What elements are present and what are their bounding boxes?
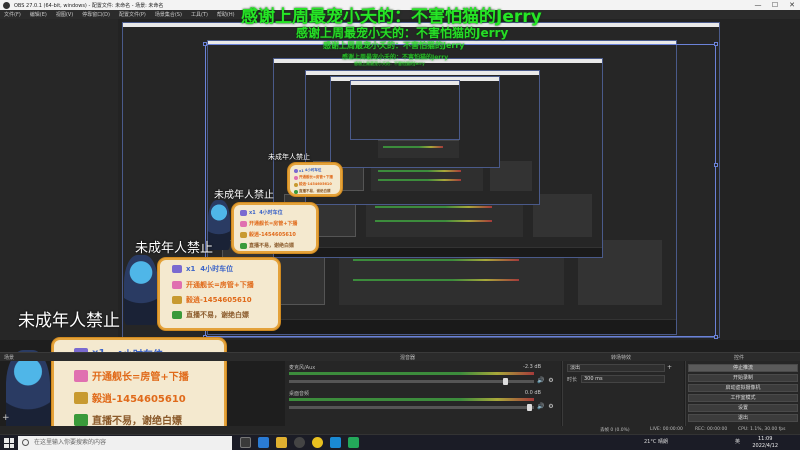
chrome-icon[interactable] xyxy=(312,437,323,448)
stop-streaming-button[interactable]: 停止推流 xyxy=(688,364,798,372)
nested-preview-6 xyxy=(350,80,460,140)
wechat-icon[interactable] xyxy=(348,437,359,448)
thanks-banner-echo-2: 感谢上周最宠小夭的：不害怕猫的Jerry xyxy=(323,41,465,50)
dropped-frames: 丢帧 0 (0.0%) xyxy=(600,428,630,433)
menu-profile[interactable]: 配置文件(P) xyxy=(119,11,146,18)
menu-help[interactable]: 帮助(H) xyxy=(217,11,235,18)
badge-icon xyxy=(74,391,88,404)
duration-label: 时长 xyxy=(567,377,578,383)
obs-logo-icon xyxy=(3,2,10,9)
edge-icon[interactable] xyxy=(258,437,269,448)
windows-start-icon[interactable] xyxy=(4,438,14,448)
add-scene-icon[interactable]: + xyxy=(2,413,10,423)
car-icon xyxy=(294,168,298,173)
menu-file[interactable]: 文件(F) xyxy=(4,11,21,18)
info-card-echo-2: x1 4小时车位 开通舰长=房管+下播 毅逍-1454605610 直播不易，谢… xyxy=(232,203,318,253)
add-transition-icon[interactable]: + xyxy=(667,364,672,371)
vtuber-avatar-echo-1 xyxy=(124,255,158,325)
transition-select[interactable]: 淡出 xyxy=(567,364,665,372)
thanks-banner-echo-1: 感谢上周最宠小夭的：不害怕猫的Jerry xyxy=(296,26,509,40)
captain-icon xyxy=(294,175,298,180)
money-icon xyxy=(240,242,247,249)
fader-knob[interactable] xyxy=(503,378,508,385)
thanks-banner-echo-3: 感谢上周最宠小夭的：不害怕猫的Jerry xyxy=(342,54,449,61)
money-icon xyxy=(74,413,88,426)
car-icon xyxy=(240,209,247,216)
minor-warning-echo-2: 未成年人禁止 xyxy=(214,190,274,201)
captain-icon xyxy=(240,220,247,227)
captain-icon xyxy=(74,369,88,382)
captain-icon xyxy=(172,281,182,289)
money-icon xyxy=(294,189,298,194)
track-name: 桌面音频 xyxy=(289,391,310,397)
duration-field[interactable]: 300 ms xyxy=(581,375,665,383)
badge-icon xyxy=(240,231,247,238)
minor-warning: 未成年人禁止 xyxy=(18,311,120,331)
menu-docks[interactable]: 停靠窗口(D) xyxy=(82,11,110,18)
track-db: -2.3 dB xyxy=(523,364,541,370)
mixer-track-mic: 麦克风/Aux -2.3 dB 🔊 ⚙ xyxy=(289,364,554,385)
car-icon xyxy=(172,265,182,273)
controls-dock-title: 控件 xyxy=(734,355,745,361)
transitions-dock-title: 转场特效 xyxy=(611,355,632,361)
live-timer: LIVE: 00:00:00 xyxy=(650,427,683,432)
close-button[interactable]: ✕ xyxy=(784,0,800,10)
scene-transitions: 淡出 + 时长 300 ms xyxy=(562,361,684,426)
audio-mixer: 麦克风/Aux -2.3 dB 🔊 ⚙ 桌面音频 0.0 dB 🔊 ⚙ xyxy=(285,361,561,426)
speaker-icon[interactable]: 🔊 xyxy=(537,403,545,410)
windows-taskbar: 在这里输入你要搜索的内容 21°C 晴朗 英 11:09 2022/4/12 xyxy=(0,434,800,450)
menu-edit[interactable]: 编辑(E) xyxy=(30,11,47,18)
volume-fader[interactable] xyxy=(289,404,534,411)
mixer-track-desktop: 桌面音频 0.0 dB 🔊 ⚙ xyxy=(289,390,554,411)
gear-icon[interactable]: ⚙ xyxy=(547,403,555,410)
task-view-icon[interactable] xyxy=(240,437,251,448)
scenes-dock-title: 场景 xyxy=(4,355,15,361)
exit-button[interactable]: 退出 xyxy=(688,414,798,422)
dock-headers: 场景 混音器 转场特效 控件 xyxy=(0,352,800,361)
window-title: OBS 27.0.1 (64-bit, windows) - 配置文件: 未命名… xyxy=(14,2,164,9)
mixer-dock-title: 混音器 xyxy=(400,355,416,361)
maximize-button[interactable]: ☐ xyxy=(767,0,783,10)
menu-view[interactable]: 视图(V) xyxy=(56,11,73,18)
settings-button[interactable]: 设置 xyxy=(688,404,798,412)
cpu-fps: CPU: 1.1%, 30.00 fps xyxy=(738,427,786,432)
track-name: 麦克风/Aux xyxy=(289,365,316,371)
speaker-icon[interactable]: 🔊 xyxy=(537,377,545,384)
taskbar-search[interactable]: 在这里输入你要搜索的内容 xyxy=(18,436,232,450)
gear-icon[interactable]: ⚙ xyxy=(547,377,555,384)
start-virtual-camera-button[interactable]: 启动虚拟摄像机 xyxy=(688,384,798,392)
fader-knob[interactable] xyxy=(527,404,532,411)
minimize-button[interactable]: — xyxy=(750,0,766,10)
track-db: 0.0 dB xyxy=(524,390,541,396)
menu-scene-collection[interactable]: 场景集合(S) xyxy=(155,11,182,18)
controls-dock: 停止推流 开始录制 启动虚拟摄像机 工作室模式 设置 退出 xyxy=(685,361,800,426)
left-dock-column xyxy=(0,19,118,340)
weather-widget[interactable]: 21°C 晴朗 xyxy=(644,438,668,445)
volume-meter xyxy=(289,398,534,401)
taskbar-clock[interactable]: 11:09 2022/4/12 xyxy=(752,436,778,450)
file-explorer-icon[interactable] xyxy=(276,437,287,448)
badge-icon xyxy=(172,296,182,304)
badge-icon xyxy=(294,182,298,187)
rec-timer: REC: 00:00:00 xyxy=(695,427,728,432)
search-icon xyxy=(22,439,29,446)
studio-mode-button[interactable]: 工作室模式 xyxy=(688,394,798,402)
money-icon xyxy=(172,311,182,319)
app-icon-blue[interactable] xyxy=(330,437,341,448)
status-bar: 丢帧 0 (0.0%) LIVE: 00:00:00 REC: 00:00:00… xyxy=(0,426,800,434)
minor-warning-echo-1: 未成年人禁止 xyxy=(135,241,214,256)
obs-taskbar-icon[interactable] xyxy=(294,437,305,448)
info-card-echo-1: x1 4小时车位 开通舰长=房管+下播 毅逍-1454605610 直播不易，谢… xyxy=(158,258,280,330)
info-card-echo-3: x1 4小时车位 开通舰长=房管+下播 毅逍-1454605610 直播不易，谢… xyxy=(288,163,342,196)
volume-fader[interactable] xyxy=(289,378,534,385)
start-recording-button[interactable]: 开始录制 xyxy=(688,374,798,382)
volume-meter xyxy=(289,372,534,375)
thanks-banner-echo-4: 感谢上周最宠小夭的：不害怕猫的Jerry xyxy=(354,61,425,66)
vtuber-avatar xyxy=(6,350,50,436)
minor-warning-echo-3: 未成年人禁止 xyxy=(268,153,310,161)
input-language[interactable]: 英 xyxy=(735,438,740,445)
menu-tools[interactable]: 工具(T) xyxy=(191,11,208,18)
